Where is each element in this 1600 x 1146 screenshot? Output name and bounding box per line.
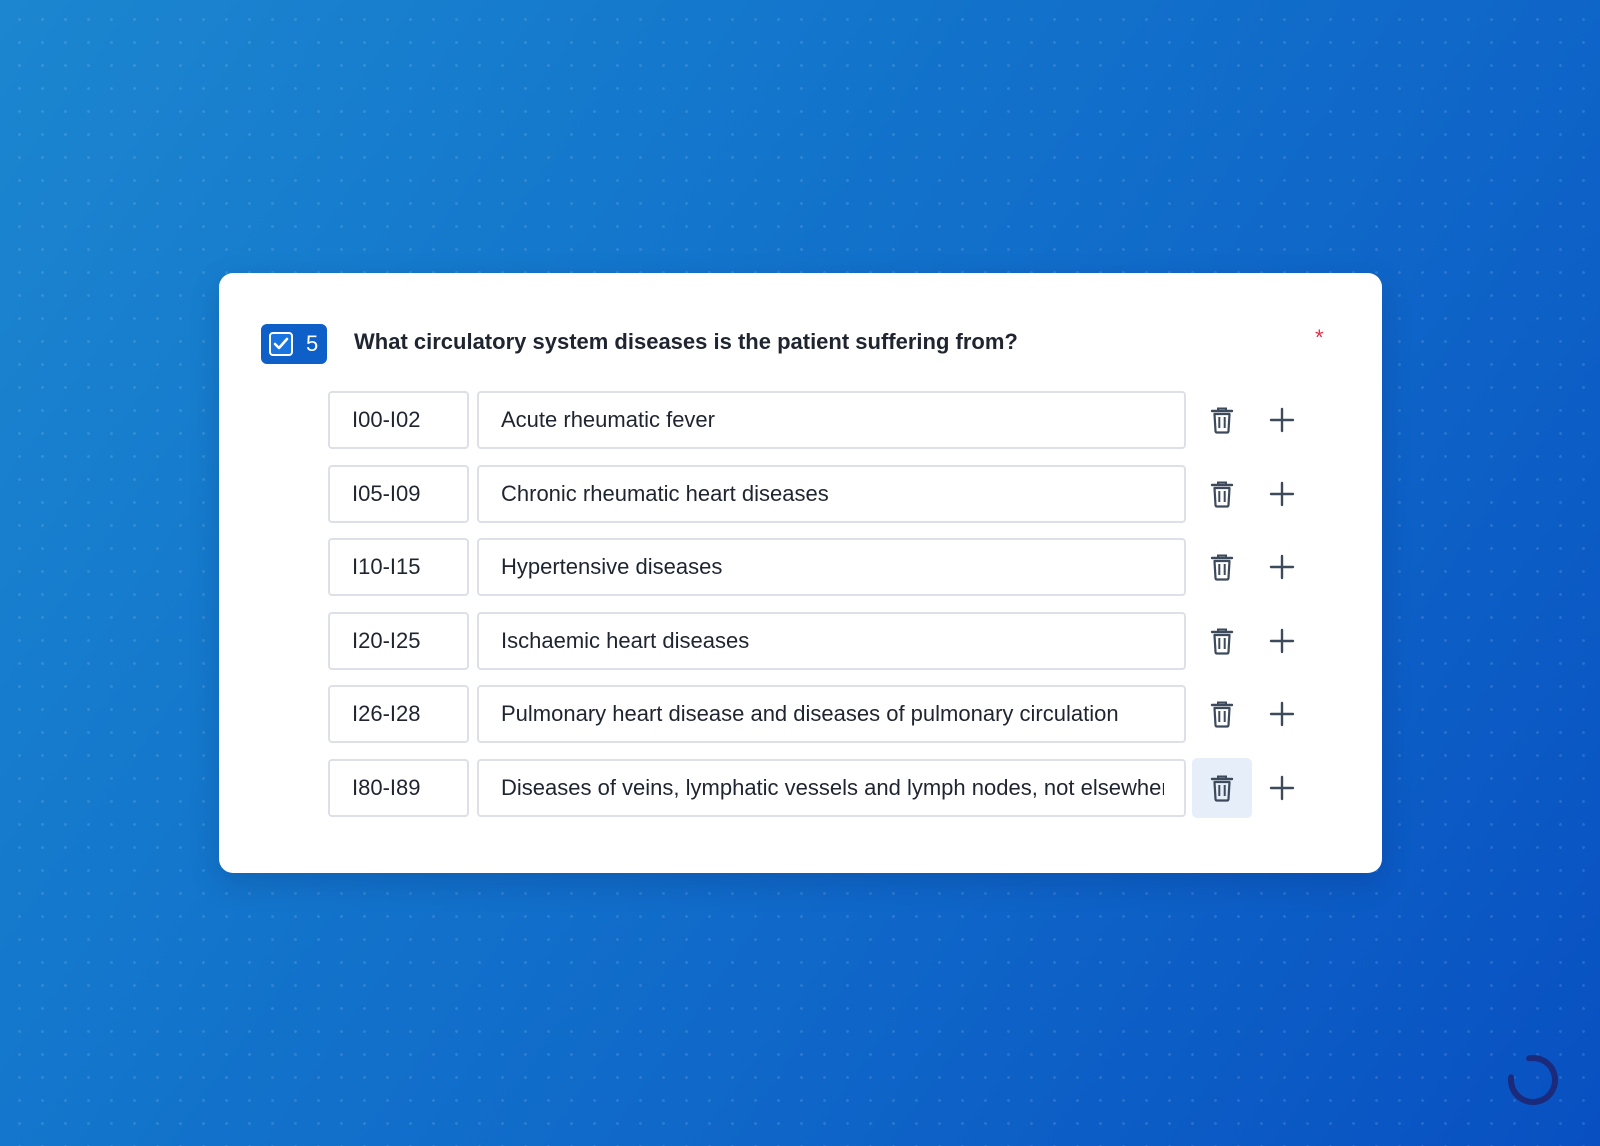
diagnosis-description-field[interactable]: Pulmonary heart disease and diseases of … <box>477 685 1186 744</box>
add-row-button[interactable] <box>1256 464 1308 524</box>
plus-icon <box>1269 628 1295 654</box>
delete-row-button[interactable] <box>1192 537 1252 597</box>
question-number-badge: 5 <box>261 324 327 364</box>
trash-icon <box>1210 480 1234 508</box>
icd-code-value: I26-I28 <box>352 701 421 727</box>
trash-icon <box>1210 700 1234 728</box>
icd-code-value: I00-I02 <box>352 407 421 432</box>
required-marker: * <box>1315 325 1324 350</box>
add-row-button[interactable] <box>1256 537 1308 597</box>
add-row-button[interactable] <box>1256 684 1308 744</box>
page-background: 5 What circulatory system diseases is th… <box>0 0 1600 1146</box>
plus-icon <box>1269 554 1295 580</box>
diagnosis-description-value: Ischaemic heart diseases <box>501 627 750 653</box>
diagnosis-description-value: Chronic rheumatic heart diseases <box>501 480 829 506</box>
diagnosis-description-value: Pulmonary heart disease and diseases of … <box>501 701 1119 727</box>
add-row-button[interactable] <box>1256 611 1308 671</box>
question-card: 5 What circulatory system diseases is th… <box>219 273 1382 873</box>
delete-row-button[interactable] <box>1192 390 1252 450</box>
checkbox-checked-icon <box>269 332 293 356</box>
icd-code-field[interactable]: I26-I28 <box>328 685 469 744</box>
delete-row-button[interactable] <box>1192 464 1252 524</box>
delete-row-button[interactable] <box>1192 757 1252 818</box>
add-row-button[interactable] <box>1256 390 1308 450</box>
diagnosis-description-field[interactable]: Acute rheumatic fever <box>477 391 1186 449</box>
icd-code-value: I05-I09 <box>352 480 421 506</box>
trash-icon <box>1210 553 1234 581</box>
trash-icon <box>1210 627 1234 655</box>
question-text: What circulatory system diseases is the … <box>354 329 1018 354</box>
diagnosis-description-field[interactable]: Chronic rheumatic heart diseases <box>477 464 1186 523</box>
icd-code-field[interactable]: I10-I15 <box>328 538 469 597</box>
trash-icon <box>1210 406 1234 434</box>
plus-icon <box>1269 775 1295 801</box>
plus-icon <box>1269 407 1295 433</box>
icd-code-value: I10-I15 <box>352 554 421 580</box>
plus-icon <box>1269 701 1295 727</box>
question-number: 5 <box>306 331 319 356</box>
diagnosis-description-value: Hypertensive diseases <box>501 554 723 580</box>
plus-icon <box>1269 481 1295 507</box>
diagnosis-description-value: Acute rheumatic fever <box>501 407 715 432</box>
icd-code-value: I20-I25 <box>352 627 421 653</box>
diagnosis-description-field[interactable]: Ischaemic heart diseases <box>477 611 1186 670</box>
diagnosis-description-field[interactable]: Hypertensive diseases <box>477 538 1186 597</box>
diagnosis-description-field[interactable]: Diseases of veins, lymphatic vessels and… <box>477 758 1186 817</box>
loading-ring-icon <box>1508 1055 1558 1105</box>
trash-icon <box>1210 774 1234 802</box>
icd-code-value: I80-I89 <box>352 774 421 800</box>
diagnosis-description-value: Diseases of veins, lymphatic vessels and… <box>501 774 1164 800</box>
delete-row-button[interactable] <box>1192 611 1252 671</box>
icd-code-field[interactable]: I00-I02 <box>328 391 469 449</box>
add-row-button[interactable] <box>1256 758 1308 818</box>
icd-code-field[interactable]: I80-I89 <box>328 758 469 817</box>
icd-code-field[interactable]: I20-I25 <box>328 611 469 670</box>
icd-code-field[interactable]: I05-I09 <box>328 464 469 523</box>
delete-row-button[interactable] <box>1192 684 1252 744</box>
